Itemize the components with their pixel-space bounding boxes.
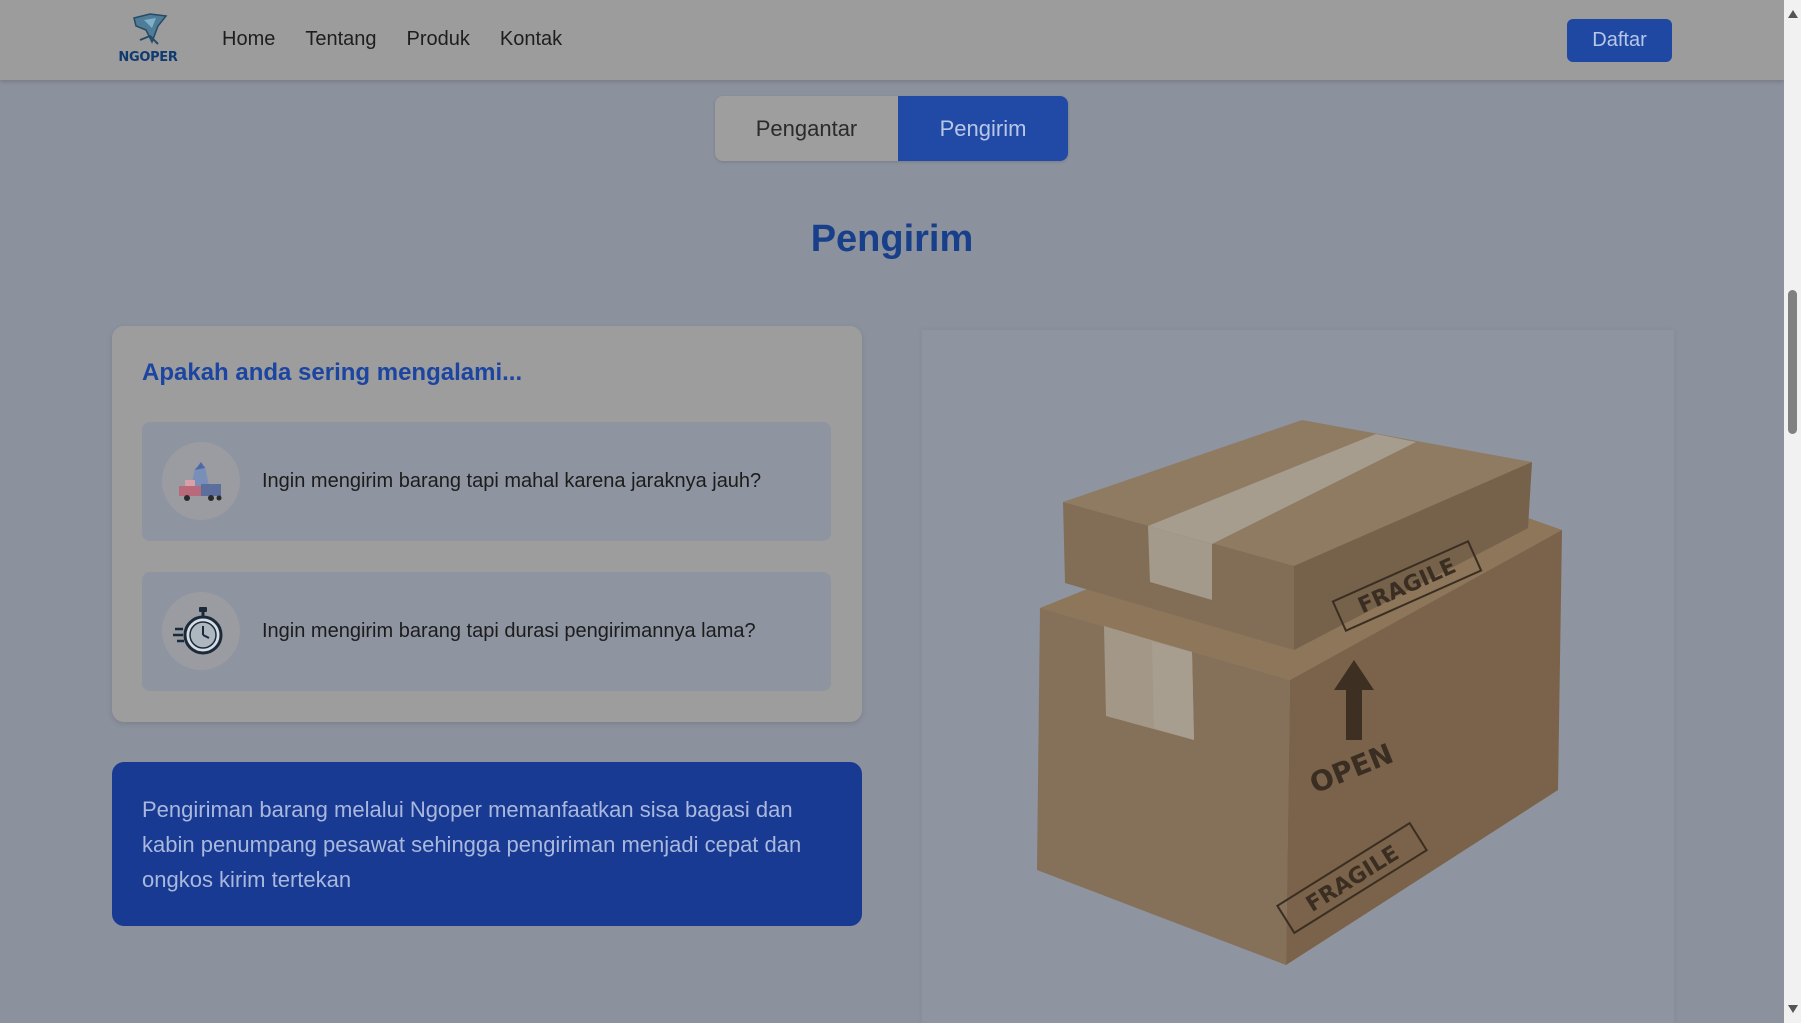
problem-item: Ingin mengirim barang tapi mahal karena … [142, 422, 831, 541]
scrollbar-thumb[interactable] [1788, 290, 1797, 434]
scroll-down-arrow-icon[interactable] [1788, 1005, 1798, 1013]
info-box: Pengiriman barang melalui Ngoper memanfa… [112, 762, 862, 926]
nav-link-kontak[interactable]: Kontak [500, 28, 562, 51]
tab-pengantar[interactable]: Pengantar [715, 96, 898, 161]
nav-link-tentang[interactable]: Tentang [305, 28, 376, 51]
logo-bird-icon [133, 13, 168, 45]
nav-links: Home Tentang Produk Kontak [222, 28, 562, 51]
problem-text: Ingin mengirim barang tapi mahal karena … [262, 470, 762, 492]
stopwatch-icon [162, 592, 240, 670]
nav-link-produk[interactable]: Produk [407, 28, 470, 51]
cardboard-boxes-illustration: FRAGILE OPEN FRAGILE [1037, 420, 1562, 965]
cargo-transport-icon [162, 442, 240, 520]
section-title: Pengirim [810, 218, 974, 260]
problem-text: Ingin mengirim barang tapi durasi pengir… [262, 620, 756, 642]
role-tabs: Pengantar Pengirim [715, 96, 1068, 161]
nav-link-home[interactable]: Home [222, 28, 275, 51]
problem-item: Ingin mengirim barang tapi durasi pengir… [142, 572, 831, 691]
tab-pengirim[interactable]: Pengirim [898, 96, 1068, 161]
illustration-panel: FRAGILE OPEN FRAGILE [922, 330, 1674, 1023]
page-scrollbar[interactable] [1784, 0, 1801, 1023]
register-button[interactable]: Daftar [1567, 19, 1672, 62]
scroll-up-arrow-icon[interactable] [1788, 10, 1798, 18]
logo-text: NGOPER [118, 50, 178, 65]
ngoper-logo[interactable]: NGOPER [116, 12, 180, 68]
problems-card: Apakah anda sering mengalami... Ingin me… [112, 326, 862, 722]
problems-heading: Apakah anda sering mengalami... [142, 359, 523, 386]
navbar: NGOPER Home Tentang Produk Kontak Daftar [0, 0, 1784, 80]
